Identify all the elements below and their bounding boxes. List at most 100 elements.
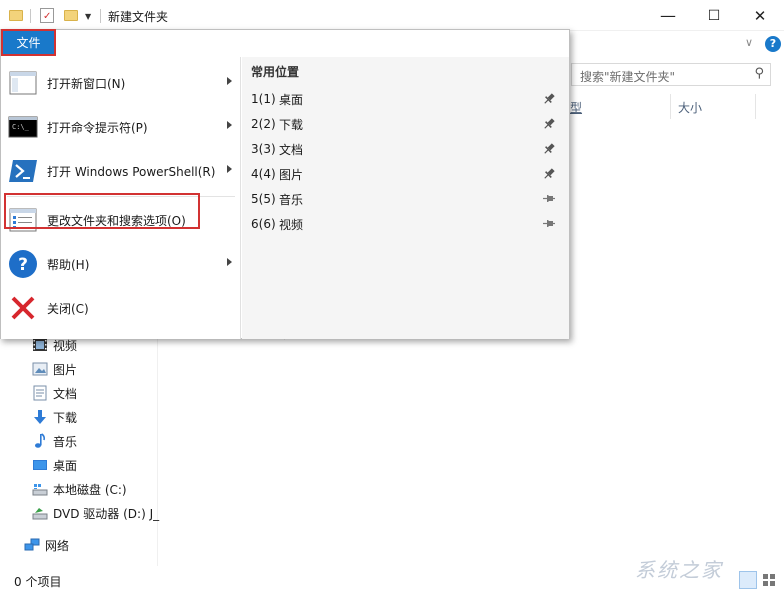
- pin-icon[interactable]: [543, 118, 555, 130]
- svg-text:C:\_: C:\_: [12, 123, 30, 131]
- svg-text:?: ?: [18, 255, 28, 275]
- frequent-places-pane: 常用位置 1(1) 桌面 2(2) 下载 3(3) 文档 4(4) 图片 5(5…: [242, 57, 569, 339]
- frequent-place-number: 4(4): [251, 167, 276, 181]
- close-button[interactable]: ✕: [737, 0, 783, 31]
- nav-item-local-disk[interactable]: 本地磁盘 (C:): [32, 478, 127, 500]
- search-placeholder: 搜索"新建文件夹": [580, 70, 676, 84]
- column-header-type[interactable]: 型: [570, 99, 582, 124]
- large-icons-view-button[interactable]: [760, 571, 778, 589]
- nav-item-label: 网络: [45, 538, 70, 553]
- navigation-pane: 视频 图片 文档 下载 音乐 桌面 本地磁盘 (C:) DVD 驱动器 (D:)…: [0, 330, 159, 566]
- nav-item-documents[interactable]: 文档: [32, 382, 77, 404]
- nav-item-label: 文档: [53, 386, 78, 401]
- submenu-arrow-icon: [227, 77, 232, 85]
- frequent-place-name: 文档: [279, 142, 304, 157]
- pin-icon[interactable]: [543, 93, 555, 105]
- frequent-place-item[interactable]: 5(5) 音乐: [251, 188, 563, 210]
- nav-item-label: 桌面: [53, 458, 78, 473]
- unpinned-icon[interactable]: [543, 193, 555, 205]
- frequent-place-number: 3(3): [251, 142, 276, 156]
- music-icon: [32, 433, 48, 449]
- frequent-place-item[interactable]: 2(2) 下载: [251, 113, 563, 135]
- nav-item-network[interactable]: 网络: [24, 534, 69, 556]
- menu-item-label: 关闭(C): [47, 301, 89, 316]
- separator: [100, 9, 101, 23]
- expand-ribbon-icon[interactable]: ∨: [745, 36, 753, 49]
- nav-item-pictures[interactable]: 图片: [32, 358, 77, 380]
- frequent-places-title: 常用位置: [251, 65, 300, 79]
- unpinned-icon[interactable]: [543, 218, 555, 230]
- file-tab[interactable]: 文件: [1, 29, 56, 56]
- search-input[interactable]: 搜索"新建文件夹" ⚲: [571, 63, 771, 86]
- frequent-place-item[interactable]: 4(4) 图片: [251, 163, 563, 185]
- submenu-arrow-icon: [227, 258, 232, 266]
- menu-item-label: 帮助(H): [47, 257, 90, 272]
- desktop-icon: [32, 457, 48, 473]
- file-menu: 打开新窗口(N) C:\_ 打开命令提示符(P) 打开 Windows Powe…: [0, 29, 570, 339]
- nav-item-label: 视频: [53, 338, 78, 353]
- frequent-place-item[interactable]: 3(3) 文档: [251, 138, 563, 160]
- frequent-place-number: 5(5): [251, 192, 276, 206]
- search-icon[interactable]: ⚲: [754, 66, 764, 81]
- open-powershell-item[interactable]: 打开 Windows PowerShell(R): [2, 149, 240, 193]
- frequent-place-name: 下载: [279, 117, 304, 132]
- close-item[interactable]: 关闭(C): [2, 286, 240, 330]
- maximize-button[interactable]: ☐: [691, 0, 737, 31]
- menu-item-label: 打开命令提示符(P): [47, 120, 148, 135]
- new-window-icon: [8, 68, 38, 98]
- frequent-place-item[interactable]: 1(1) 桌面: [251, 88, 563, 110]
- nav-item-label: 本地磁盘 (C:): [53, 482, 127, 497]
- new-folder-icon[interactable]: [64, 10, 78, 21]
- nav-item-label: 图片: [53, 362, 78, 377]
- highlight-box: [4, 193, 200, 229]
- frequent-place-number: 6(6): [251, 217, 276, 231]
- window-title: 新建文件夹: [108, 10, 169, 24]
- open-new-window-item[interactable]: 打开新窗口(N): [2, 61, 240, 105]
- network-icon: [24, 537, 40, 553]
- frequent-place-name: 音乐: [279, 192, 304, 207]
- frequent-place-item[interactable]: 6(6) 视频: [251, 213, 563, 235]
- help-icon[interactable]: ?: [765, 36, 781, 52]
- item-count: 0 个项目: [14, 575, 62, 589]
- help-icon: ?: [8, 249, 38, 279]
- dvd-drive-icon: [32, 505, 48, 521]
- customize-quick-access-icon[interactable]: ▼: [85, 12, 91, 21]
- minimize-button[interactable]: —: [645, 0, 691, 31]
- title-bar: ✓ ▼ 新建文件夹 — ☐ ✕: [0, 0, 784, 31]
- downloads-icon: [32, 409, 48, 425]
- nav-item-desktop[interactable]: 桌面: [32, 454, 77, 476]
- separator: [30, 9, 31, 23]
- frequent-place-name: 视频: [279, 217, 304, 232]
- pin-icon[interactable]: [543, 143, 555, 155]
- nav-item-label: DVD 驱动器 (D:) J_: [53, 506, 160, 521]
- powershell-icon: [8, 156, 38, 186]
- column-divider: [755, 94, 756, 119]
- nav-item-label: 音乐: [53, 434, 78, 449]
- frequent-place-number: 1(1): [251, 92, 276, 106]
- column-header-size[interactable]: 大小: [678, 99, 702, 124]
- submenu-arrow-icon: [227, 121, 232, 129]
- nav-item-label: 下载: [53, 410, 78, 425]
- local-disk-icon: [32, 481, 48, 497]
- folder-icon: [9, 10, 23, 21]
- video-icon: [32, 337, 48, 353]
- pin-icon[interactable]: [543, 168, 555, 180]
- column-divider: [670, 94, 671, 119]
- menu-item-label: 打开 Windows PowerShell(R): [47, 164, 216, 179]
- menu-item-label: 打开新窗口(N): [47, 76, 126, 91]
- properties-icon[interactable]: ✓: [40, 8, 54, 23]
- frequent-place-name: 桌面: [279, 92, 304, 107]
- submenu-arrow-icon: [227, 165, 232, 173]
- frequent-place-name: 图片: [279, 167, 304, 182]
- pictures-icon: [32, 361, 48, 377]
- open-command-prompt-item[interactable]: C:\_ 打开命令提示符(P): [2, 105, 240, 149]
- help-item[interactable]: ? 帮助(H): [2, 242, 240, 286]
- command-prompt-icon: C:\_: [8, 112, 38, 142]
- nav-item-downloads[interactable]: 下载: [32, 406, 77, 428]
- details-view-button[interactable]: [739, 571, 757, 589]
- nav-item-music[interactable]: 音乐: [32, 430, 77, 452]
- close-red-x-icon: [8, 293, 38, 323]
- frequent-place-number: 2(2): [251, 117, 276, 131]
- watermark-logo: 系统之家: [635, 558, 723, 582]
- nav-item-dvd-drive[interactable]: DVD 驱动器 (D:) J_: [32, 502, 159, 524]
